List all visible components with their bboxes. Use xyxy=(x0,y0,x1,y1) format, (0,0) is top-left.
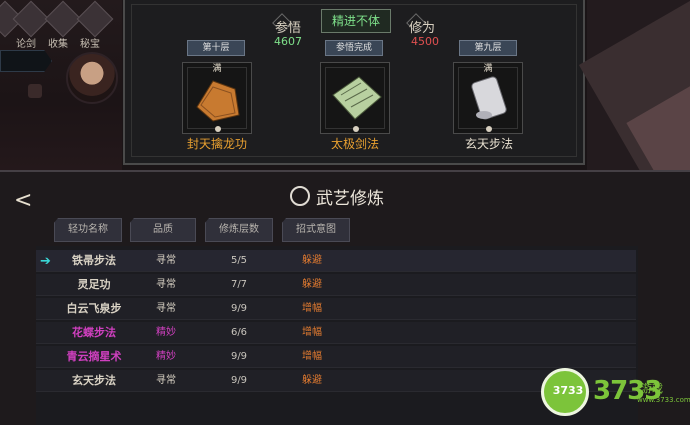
row-effect: 躲避 xyxy=(302,375,322,386)
row-effect: 增幅 xyxy=(302,351,322,362)
table-row[interactable]: 白云飞泉步 寻常 9/9 增幅 xyxy=(36,298,636,320)
cultivation-label: 修为 xyxy=(409,21,436,36)
skill-name-3: 玄天步法 xyxy=(464,137,513,151)
back-arrow-icon[interactable]: < xyxy=(14,188,32,213)
tab-skill-name[interactable]: 轻功名称 xyxy=(54,218,122,242)
row-layers: 9/9 xyxy=(230,351,248,362)
row-layers: 6/6 xyxy=(230,327,248,338)
sword-manual-icon xyxy=(332,76,382,132)
row-name: 白云飞泉步 xyxy=(66,302,122,315)
treasure-icon[interactable] xyxy=(76,0,114,38)
selected-arrow-icon: ➔ xyxy=(40,254,51,269)
panel-title: 武艺修炼 xyxy=(316,189,384,209)
row-effect: 增幅 xyxy=(302,327,322,338)
row-layers: 5/5 xyxy=(230,255,248,266)
watermark-logo: 3733 3733 游戏 www.3733.com xyxy=(541,366,690,422)
skill-name-2: 太极剑法 xyxy=(330,137,379,151)
row-quality: 寻常 xyxy=(156,255,176,266)
skill-tag-3: 第九层 xyxy=(459,40,517,56)
row-effect: 躲避 xyxy=(302,255,322,266)
hud-left: 论剑 收集 秘宝 xyxy=(0,0,122,170)
comprehension-label: 参悟 xyxy=(275,21,302,36)
skill-name-1: 封天擒龙功 xyxy=(186,137,247,151)
row-layers: 9/9 xyxy=(230,303,248,314)
skill-tag-2: 参悟完成 xyxy=(325,40,383,56)
dragon-scroll-icon xyxy=(196,80,240,132)
row-name: 铁帚步法 xyxy=(72,254,116,267)
skill-tag-1: 第十层 xyxy=(187,40,245,56)
row-quality: 寻常 xyxy=(156,375,176,386)
row-name: 青云摘星术 xyxy=(66,350,122,363)
hud-small-icon[interactable] xyxy=(28,84,42,98)
skill-panel: 参悟 4607 精进不体 修为 4500 第十层 满 封天擒龙功 参悟完成 太极… xyxy=(123,0,585,165)
watermark-circle-text: 3733 xyxy=(552,384,584,397)
watermark-url: www.3733.com xyxy=(637,396,690,404)
step-scroll-icon xyxy=(471,76,507,132)
skill-card-1[interactable]: 满 xyxy=(182,62,252,134)
watermark-sub-text: 游戏 xyxy=(641,382,663,395)
martial-emblem-icon xyxy=(290,186,310,206)
row-quality: 寻常 xyxy=(156,279,176,290)
row-effect: 躲避 xyxy=(302,279,322,290)
row-effect: 增幅 xyxy=(302,303,322,314)
tab-layers[interactable]: 修炼层数 xyxy=(205,218,273,242)
row-layers: 9/9 xyxy=(230,375,248,386)
table-row[interactable]: 花蝶步法 精妙 6/6 增幅 xyxy=(36,322,636,344)
skill-card-2[interactable] xyxy=(320,62,390,134)
tab-quality[interactable]: 品质 xyxy=(130,218,196,242)
center-status-badge: 精进不体 xyxy=(321,9,391,33)
hud-label-treasure: 秘宝 xyxy=(80,39,100,50)
table-row[interactable]: 灵足功 寻常 7/7 躲避 xyxy=(36,274,636,296)
row-name: 花蝶步法 xyxy=(72,326,116,339)
background-scenery xyxy=(578,0,690,227)
comprehension-value: 4607 xyxy=(274,35,302,48)
hud-label-sword: 论剑 xyxy=(16,39,36,50)
table-row[interactable]: ➔ 铁帚步法 寻常 5/5 躲避 xyxy=(36,250,636,272)
row-name: 灵足功 xyxy=(77,278,111,291)
tab-intent[interactable]: 招式意图 xyxy=(282,218,350,242)
row-quality: 寻常 xyxy=(156,303,176,314)
row-layers: 7/7 xyxy=(230,279,248,290)
cultivation-value: 4500 xyxy=(411,35,439,48)
hud-label-collection: 收集 xyxy=(48,39,68,50)
skill-card-3[interactable]: 满 xyxy=(453,62,523,134)
row-name: 玄天步法 xyxy=(72,374,116,387)
avatar[interactable] xyxy=(66,52,118,104)
row-quality: 精妙 xyxy=(156,351,176,362)
table-row[interactable]: 青云摘星术 精妙 9/9 增幅 xyxy=(36,346,636,368)
hud-bar[interactable] xyxy=(0,50,52,72)
row-quality: 精妙 xyxy=(156,327,176,338)
